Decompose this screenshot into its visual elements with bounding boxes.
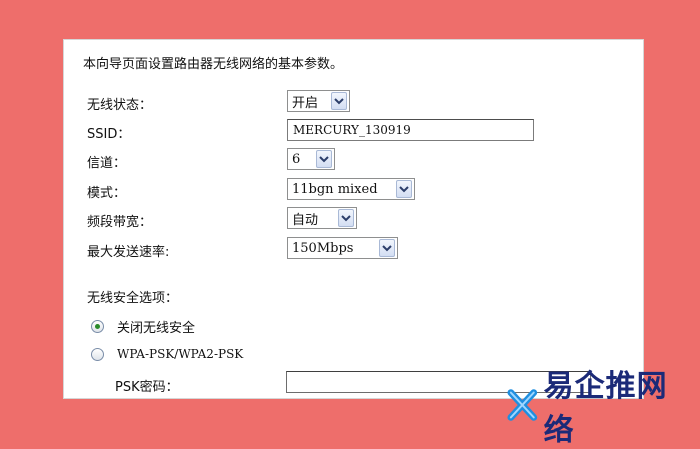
chevron-down-icon[interactable]: [396, 180, 412, 198]
security-section-title: 无线安全选项：: [87, 291, 179, 306]
watermark-text: 易企推网络: [543, 369, 668, 448]
radio-selected-icon[interactable]: [91, 319, 104, 333]
watermark-logo: 易企推网络: [507, 369, 692, 448]
chevron-down-icon[interactable]: [331, 92, 347, 110]
chevron-down-icon[interactable]: [338, 209, 354, 227]
channel-value: 6: [292, 151, 301, 167]
mode-row: 模式： 11bgn mixed: [64, 178, 643, 204]
security-option-off-label: 关闭无线安全: [117, 320, 196, 336]
ssid-row: SSID： MERCURY_130919: [64, 119, 643, 145]
settings-panel: 本向导页面设置路由器无线网络的基本参数。 无线状态： 开启 SSID： MERC…: [63, 39, 644, 399]
mode-select[interactable]: 11bgn mixed: [287, 178, 415, 200]
chevron-down-icon[interactable]: [316, 150, 332, 168]
bandwidth-value: 自动: [292, 212, 319, 228]
max-rate-row: 最大发送速率: 150Mbps: [64, 237, 643, 263]
security-option-wpa[interactable]: WPA-PSK/WPA2-PSK: [91, 344, 243, 364]
channel-label: 信道：: [87, 156, 127, 171]
bandwidth-label: 频段带宽：: [87, 215, 153, 230]
chevron-down-icon[interactable]: [379, 239, 395, 257]
max-rate-select[interactable]: 150Mbps: [287, 237, 398, 259]
wireless-status-label: 无线状态：: [87, 98, 153, 113]
ssid-label: SSID：: [87, 127, 131, 142]
ssid-input[interactable]: MERCURY_130919: [287, 119, 534, 141]
mode-value: 11bgn mixed: [292, 181, 378, 197]
bandwidth-row: 频段带宽： 自动: [64, 207, 643, 233]
channel-row: 信道： 6: [64, 148, 643, 174]
wireless-status-select[interactable]: 开启: [287, 90, 350, 112]
security-option-off[interactable]: 关闭无线安全: [91, 316, 195, 336]
intro-text: 本向导页面设置路由器无线网络的基本参数。: [83, 57, 344, 72]
max-rate-label: 最大发送速率:: [87, 245, 170, 260]
wireless-status-value: 开启: [292, 95, 319, 111]
mode-label: 模式：: [87, 186, 127, 201]
security-option-wpa-label: WPA-PSK/WPA2-PSK: [117, 347, 244, 361]
psk-label: PSK密码：: [115, 380, 179, 395]
max-rate-value: 150Mbps: [292, 240, 354, 256]
bandwidth-select[interactable]: 自动: [287, 207, 357, 229]
wireless-status-row: 无线状态： 开启: [64, 90, 643, 116]
channel-select[interactable]: 6: [287, 148, 335, 170]
watermark-icon: [507, 389, 538, 421]
radio-unselected-icon[interactable]: [91, 347, 104, 361]
